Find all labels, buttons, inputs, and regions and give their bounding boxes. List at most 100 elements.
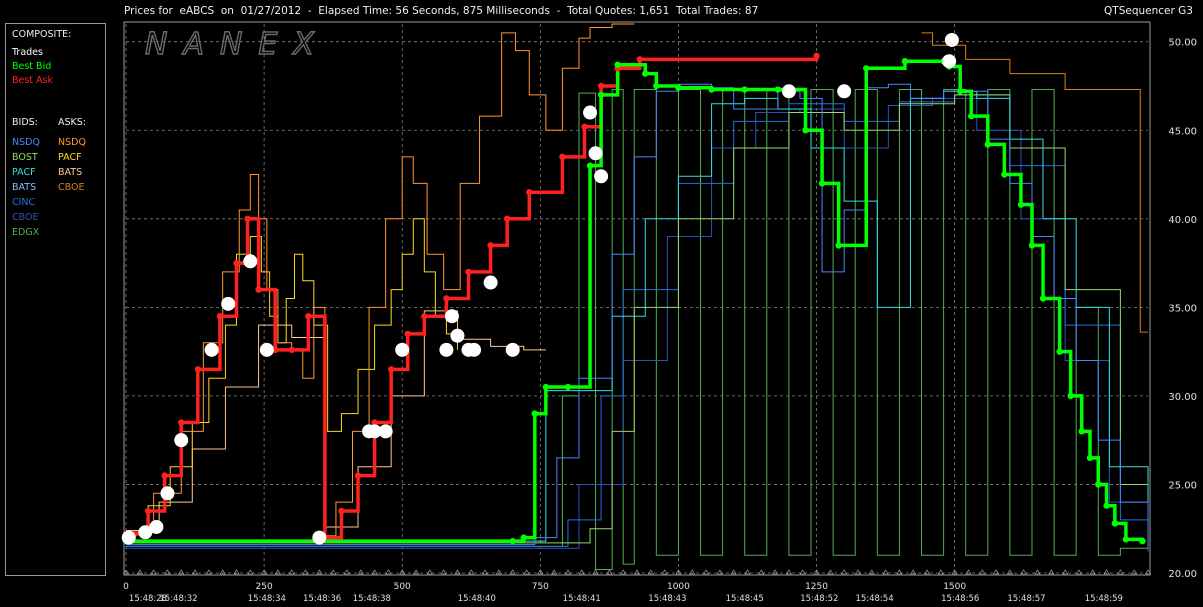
best-bid-point bbox=[1056, 348, 1063, 355]
x-tick-label: 500 bbox=[394, 582, 411, 592]
best-ask-point bbox=[144, 507, 152, 515]
best-ask-point bbox=[161, 472, 168, 479]
best-ask-point bbox=[421, 313, 428, 320]
x-tick-label: 1250 bbox=[805, 582, 828, 592]
trade-point bbox=[583, 105, 598, 120]
best-bid-point bbox=[1017, 201, 1025, 208]
best-bid-point bbox=[1122, 536, 1130, 543]
best-ask-point bbox=[178, 419, 185, 426]
best-ask-point bbox=[443, 295, 450, 302]
trade-point bbox=[444, 309, 459, 324]
best-bid-point bbox=[968, 112, 975, 120]
trade-point bbox=[149, 519, 164, 534]
trade-point bbox=[505, 342, 520, 357]
trade-point bbox=[483, 275, 498, 290]
best-bid-point bbox=[984, 141, 991, 148]
best-ask-point bbox=[487, 242, 494, 249]
best-bid-point bbox=[741, 86, 748, 93]
x-time-label: 15:48:52 bbox=[800, 594, 838, 604]
trade-point bbox=[121, 530, 136, 545]
best-ask-point bbox=[503, 215, 511, 223]
x-tick-label: 1000 bbox=[667, 582, 690, 592]
x-tick-label: 1500 bbox=[943, 582, 966, 592]
x-time-label: 15:48:34 bbox=[248, 594, 286, 604]
best-ask-point bbox=[354, 472, 362, 479]
y-tick-label: 40.00 bbox=[1168, 215, 1197, 226]
y-tick-label: 30.00 bbox=[1168, 392, 1197, 403]
y-tick-label: 45.00 bbox=[1168, 126, 1197, 137]
trade-point bbox=[259, 342, 274, 357]
best-bid-point bbox=[708, 86, 715, 93]
trade-point bbox=[243, 254, 258, 269]
best-bid-point bbox=[1001, 171, 1008, 178]
best-ask-point bbox=[244, 215, 251, 223]
trade-point bbox=[439, 342, 454, 357]
best-bid-point bbox=[1139, 537, 1146, 545]
trade-point bbox=[944, 32, 959, 47]
y-tick-label: 20.00 bbox=[1168, 569, 1197, 580]
best-ask-point bbox=[465, 268, 472, 276]
best-bid-point bbox=[863, 65, 870, 72]
best-bid-point bbox=[642, 70, 649, 77]
best-bid-point bbox=[675, 84, 682, 91]
trade-point bbox=[594, 169, 609, 184]
best-bid-point bbox=[542, 383, 550, 391]
trade-point bbox=[467, 342, 482, 357]
best-ask-point bbox=[255, 286, 262, 293]
best-ask-point bbox=[597, 82, 605, 90]
trade-point bbox=[312, 530, 327, 545]
best-ask-point bbox=[404, 330, 411, 338]
trade-point bbox=[450, 328, 465, 343]
best-ask-point bbox=[338, 507, 345, 515]
trade-point bbox=[204, 342, 219, 357]
y-tick-label: 25.00 bbox=[1168, 480, 1197, 491]
trade-point bbox=[221, 296, 236, 311]
x-time-label: 15:48:36 bbox=[303, 594, 341, 604]
best-bid-point bbox=[818, 180, 826, 187]
x-tick-label: 250 bbox=[256, 582, 273, 592]
x-time-label: 15:48:57 bbox=[1007, 594, 1045, 604]
x-time-label: 15:48:43 bbox=[648, 594, 686, 604]
watermark-logo: NANEX bbox=[145, 27, 330, 62]
best-bid-point bbox=[901, 57, 909, 65]
best-bid-point bbox=[1028, 242, 1036, 249]
best-bid-point bbox=[956, 88, 964, 95]
best-ask-point bbox=[233, 259, 240, 267]
best-ask-point bbox=[194, 366, 202, 373]
trade-point bbox=[837, 84, 852, 99]
x-tick-label: 0 bbox=[123, 582, 129, 592]
x-time-label: 15:48:45 bbox=[726, 594, 764, 604]
best-ask-point bbox=[636, 56, 643, 63]
best-bid-point bbox=[1111, 520, 1119, 527]
best-bid-point bbox=[531, 410, 538, 417]
best-bid-point bbox=[1039, 295, 1047, 302]
best-bid-point bbox=[1078, 428, 1085, 435]
x-time-label: 15:48:32 bbox=[159, 594, 197, 604]
x-time-label: 15:48:54 bbox=[855, 594, 893, 604]
best-bid-point bbox=[614, 61, 621, 68]
best-bid-point bbox=[520, 534, 527, 541]
x-tick-label: 750 bbox=[532, 582, 549, 592]
trade-point bbox=[781, 84, 796, 99]
trade-point bbox=[588, 146, 603, 161]
best-ask-point bbox=[216, 313, 224, 320]
price-chart: NANEX 20.00 25.00 30.00 35.00 40.00 45.00 50.0… bbox=[121, 21, 1197, 604]
best-bid-point bbox=[1086, 454, 1094, 462]
y-tick-label: 35.00 bbox=[1168, 303, 1197, 314]
best-ask-point bbox=[387, 366, 395, 373]
trade-point bbox=[942, 54, 957, 69]
x-time-label: 15:48:40 bbox=[458, 594, 496, 604]
best-bid-point bbox=[1095, 481, 1102, 488]
trade-point bbox=[378, 424, 393, 439]
best-ask-point bbox=[526, 189, 533, 196]
best-bid-point bbox=[1067, 392, 1074, 400]
best-bid-point bbox=[835, 242, 842, 249]
x-time-label: 15:48:59 bbox=[1085, 594, 1123, 604]
best-ask-point bbox=[581, 123, 588, 130]
x-time-label: 15:48:38 bbox=[353, 594, 391, 604]
best-ask-point bbox=[288, 346, 295, 354]
x-time-label: 15:48:56 bbox=[941, 594, 979, 604]
best-ask-point bbox=[559, 153, 566, 161]
trade-point bbox=[395, 342, 410, 357]
best-bid-point bbox=[802, 127, 809, 134]
